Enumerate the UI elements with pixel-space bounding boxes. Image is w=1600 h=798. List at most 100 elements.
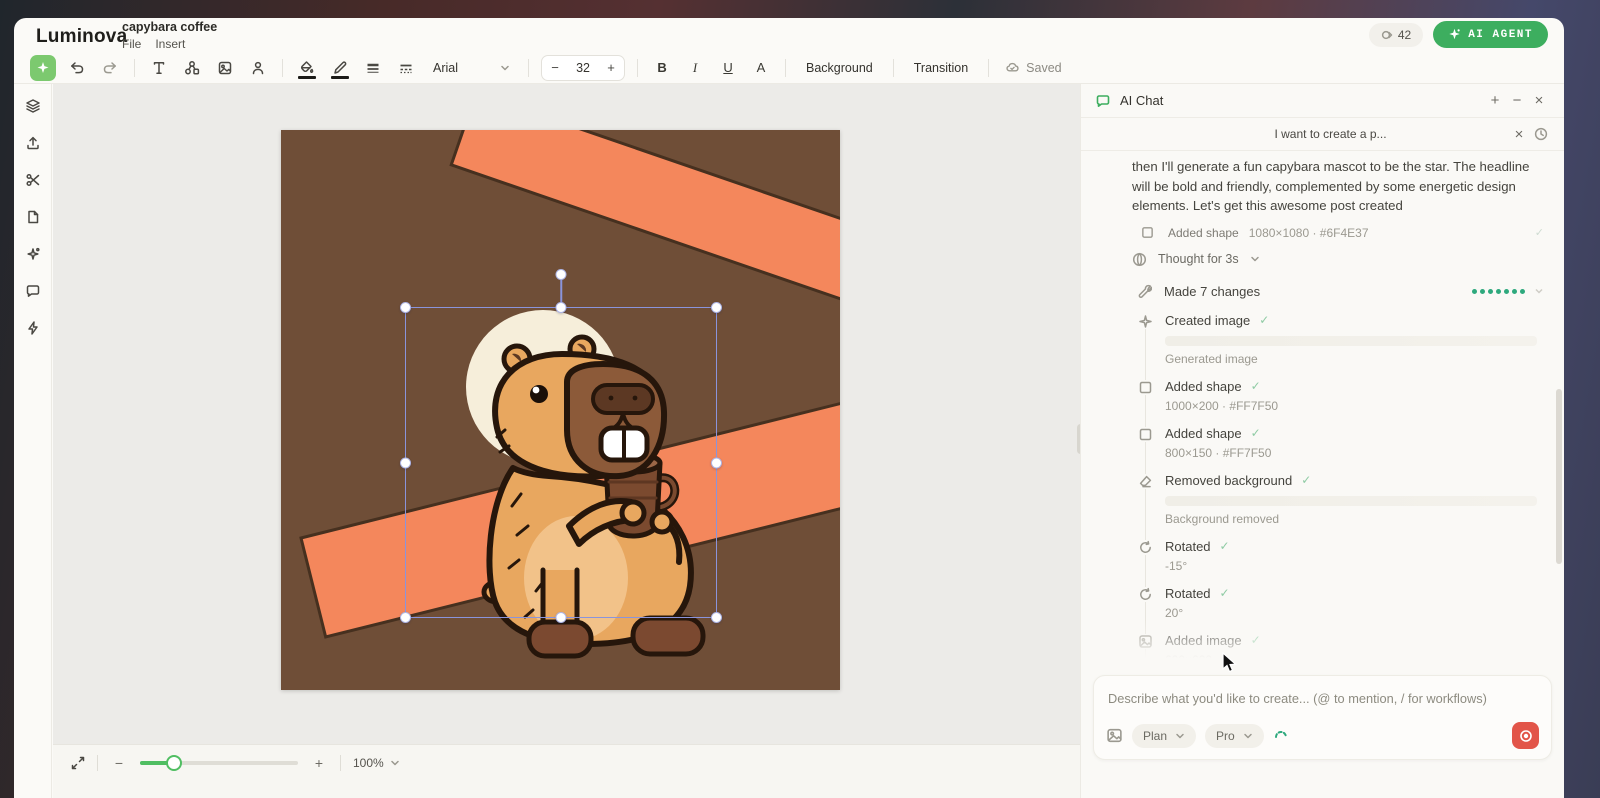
- divider: [97, 755, 98, 771]
- fullscreen-icon[interactable]: [71, 756, 85, 770]
- new-chat-button[interactable]: +: [1484, 90, 1506, 112]
- sparkle-icon: [1448, 28, 1461, 41]
- canvas-bottom-bar: − + 100%: [53, 744, 1080, 798]
- upload-icon[interactable]: [25, 135, 41, 151]
- avatar-tool-button[interactable]: [246, 56, 270, 80]
- selection-handle-se[interactable]: [711, 612, 722, 623]
- chat-step-added-shape-canvas[interactable]: Added shape 1080×1080 · #6F4E37 ✓: [1141, 226, 1544, 240]
- shape-icon: [1138, 380, 1153, 395]
- check-icon: ✓: [1251, 426, 1261, 440]
- credits-pill[interactable]: 42: [1369, 23, 1423, 47]
- shape-icon: [1141, 226, 1154, 239]
- minimize-chat-button[interactable]: −: [1506, 90, 1528, 112]
- page-icon[interactable]: [25, 209, 41, 225]
- underline-button[interactable]: U: [716, 56, 740, 80]
- step-created-image[interactable]: Created image✓ Generated image: [1138, 313, 1544, 366]
- ai-tools-button[interactable]: [30, 55, 56, 81]
- font-size-decrease-button[interactable]: −: [542, 56, 568, 80]
- undo-button[interactable]: [65, 56, 89, 80]
- stroke-color-button[interactable]: [328, 56, 352, 80]
- selection-handle-ne[interactable]: [711, 302, 722, 313]
- attach-image-icon[interactable]: [1106, 727, 1123, 744]
- step-removed-background[interactable]: Removed background✓ Background removed: [1138, 473, 1544, 526]
- step-added-shape-1[interactable]: Added shape✓ 1000×200 · #FF7F50: [1138, 379, 1544, 413]
- image-icon: [217, 60, 233, 76]
- artboard[interactable]: [281, 130, 840, 690]
- step-added-image[interactable]: Added image✓ 600×600: [1138, 633, 1544, 667]
- border-style-button[interactable]: [394, 56, 418, 80]
- selection-handle-nw[interactable]: [400, 302, 411, 313]
- italic-button[interactable]: I: [683, 56, 707, 80]
- divider: [528, 59, 529, 77]
- zoom-out-button[interactable]: −: [110, 755, 128, 771]
- layers-icon[interactable]: [25, 98, 41, 114]
- history-icon[interactable]: [1530, 123, 1552, 145]
- font-family-select[interactable]: Arial: [427, 61, 516, 75]
- stop-generation-button[interactable]: [1512, 722, 1539, 749]
- selection-handle-w[interactable]: [400, 457, 411, 468]
- shapes-tool-button[interactable]: [180, 56, 204, 80]
- selection-handle-s[interactable]: [556, 612, 567, 623]
- zoom-in-button[interactable]: +: [310, 755, 328, 771]
- wrench-icon: [1138, 284, 1152, 298]
- bold-button[interactable]: B: [650, 56, 674, 80]
- chat-scrollbar[interactable]: [1556, 389, 1562, 564]
- check-icon: ✓: [1220, 586, 1230, 600]
- made-changes-toggle[interactable]: Made 7 changes: [1138, 284, 1544, 299]
- paint-bucket-icon: [299, 60, 315, 76]
- step-rotated-1[interactable]: Rotated✓ -15°: [1138, 539, 1544, 573]
- rotate-handle[interactable]: [556, 269, 567, 280]
- redo-button[interactable]: [98, 56, 122, 80]
- text-tool-button[interactable]: [147, 56, 171, 80]
- close-chat-button[interactable]: ×: [1528, 90, 1550, 112]
- line-weight-icon: [365, 60, 381, 76]
- border-style-icon: [398, 60, 414, 76]
- titlebar: Luminova capybara coffee File Insert 42 …: [14, 18, 1564, 52]
- font-size-value[interactable]: 32: [568, 61, 598, 75]
- chevron-down-icon: [1243, 731, 1253, 741]
- zoom-slider-knob[interactable]: [166, 755, 182, 771]
- canvas-area[interactable]: − + 100%: [53, 84, 1080, 798]
- comments-icon[interactable]: [25, 283, 41, 299]
- assistant-message: then I'll generate a fun capybara mascot…: [1081, 151, 1564, 216]
- step-rotated-2[interactable]: Rotated✓ 20°: [1138, 586, 1544, 620]
- font-size-increase-button[interactable]: +: [598, 56, 624, 80]
- pro-dropdown[interactable]: Pro: [1205, 724, 1264, 748]
- text-icon: [151, 60, 167, 76]
- zoom-level-select[interactable]: 100%: [353, 756, 400, 770]
- selection-handle-e[interactable]: [711, 457, 722, 468]
- step-added-shape-2[interactable]: Added shape✓ 800×150 · #FF7F50: [1138, 426, 1544, 460]
- chat-header: AI Chat + − ×: [1081, 84, 1564, 118]
- ai-agent-button[interactable]: AI AGENT: [1433, 21, 1548, 48]
- image-tool-button[interactable]: [213, 56, 237, 80]
- stroke-width-button[interactable]: [361, 56, 385, 80]
- background-button[interactable]: Background: [798, 61, 881, 75]
- selection-box[interactable]: [405, 307, 717, 618]
- text-color-button[interactable]: A: [749, 56, 773, 80]
- automation-icon[interactable]: [25, 320, 41, 336]
- selection-handle-n[interactable]: [556, 302, 567, 313]
- background-removed-placeholder[interactable]: [1165, 496, 1537, 506]
- menu-insert[interactable]: Insert: [155, 37, 185, 51]
- zoom-slider[interactable]: [140, 761, 298, 765]
- document-title[interactable]: capybara coffee: [122, 18, 217, 34]
- chevron-down-icon: [1534, 286, 1544, 296]
- effects-icon[interactable]: [25, 246, 41, 262]
- menu-file[interactable]: File: [122, 37, 141, 51]
- fill-color-button[interactable]: [295, 56, 319, 80]
- transition-button[interactable]: Transition: [906, 61, 976, 75]
- plan-dropdown[interactable]: Plan: [1132, 724, 1196, 748]
- divider: [282, 59, 283, 77]
- chat-tab-title[interactable]: I want to create a p...: [1093, 127, 1508, 141]
- chevron-down-icon: [1250, 254, 1260, 264]
- generated-image-placeholder[interactable]: [1165, 336, 1537, 346]
- chevron-down-icon: [500, 63, 510, 73]
- close-tab-button[interactable]: ×: [1508, 123, 1530, 145]
- divider: [785, 59, 786, 77]
- divider: [637, 59, 638, 77]
- sparkle-icon: [36, 61, 50, 75]
- selection-handle-sw[interactable]: [400, 612, 411, 623]
- thought-toggle[interactable]: Thought for 3s: [1132, 252, 1544, 267]
- chat-input[interactable]: [1108, 691, 1537, 706]
- cut-icon[interactable]: [25, 172, 41, 188]
